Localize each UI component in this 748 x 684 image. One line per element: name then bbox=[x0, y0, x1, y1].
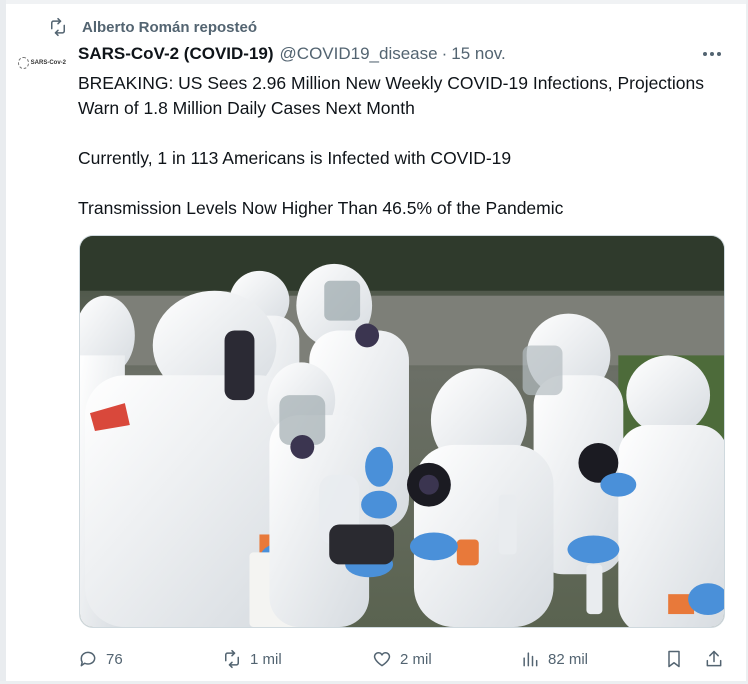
avatar-label: SARS-Cov-2 bbox=[30, 60, 66, 66]
tweet-actions: 76 1 mil 2 mil 82 mil bbox=[78, 645, 728, 673]
tweet-paragraph: Transmission Levels Now Higher Than 46.5… bbox=[78, 198, 564, 218]
reply-icon bbox=[80, 651, 96, 667]
window-left-edge bbox=[0, 0, 6, 684]
heart-icon bbox=[373, 651, 391, 667]
hazmat-workers-photo bbox=[80, 236, 724, 627]
repost-label[interactable]: Alberto Román reposteó bbox=[82, 19, 257, 36]
repost-button[interactable]: 1 mil bbox=[222, 645, 282, 673]
repost-icon bbox=[51, 17, 65, 37]
tweet-photo[interactable] bbox=[79, 235, 725, 628]
views-button[interactable]: 82 mil bbox=[520, 645, 588, 673]
share-button[interactable] bbox=[704, 645, 724, 673]
share-icon bbox=[706, 650, 722, 667]
window-top-edge bbox=[0, 0, 748, 4]
like-button[interactable]: 2 mil bbox=[372, 645, 432, 673]
more-dots-icon bbox=[703, 52, 721, 56]
tweet-header: SARS-CoV-2 (COVID-19) @COVID19_disease ·… bbox=[78, 42, 506, 66]
bookmark-icon bbox=[668, 650, 680, 668]
bookmark-button[interactable] bbox=[664, 645, 684, 673]
repost-icon bbox=[225, 649, 239, 669]
virus-logo-icon bbox=[18, 57, 29, 69]
reply-button[interactable]: 76 bbox=[78, 645, 123, 673]
tweet-paragraph: BREAKING: US Sees 2.96 Million New Weekl… bbox=[78, 73, 705, 118]
tweet-paragraph: Currently, 1 in 113 Americans is Infecte… bbox=[78, 148, 512, 168]
views-chart-icon bbox=[523, 652, 538, 667]
separator-dot: · bbox=[441, 44, 448, 63]
repost-count: 1 mil bbox=[250, 650, 282, 668]
author-name[interactable]: SARS-CoV-2 (COVID-19) bbox=[78, 44, 274, 64]
views-count: 82 mil bbox=[548, 650, 589, 668]
like-count: 2 mil bbox=[400, 650, 432, 668]
repost-context[interactable]: Alberto Román reposteó bbox=[48, 16, 257, 38]
tweet-text: BREAKING: US Sees 2.96 Million New Weekl… bbox=[78, 71, 734, 221]
post-date[interactable]: 15 nov. bbox=[451, 44, 506, 64]
reply-count: 76 bbox=[106, 650, 123, 668]
avatar[interactable]: SARS-Cov-2 bbox=[18, 48, 66, 78]
more-options-button[interactable] bbox=[700, 44, 724, 64]
author-handle[interactable]: @COVID19_disease bbox=[280, 44, 438, 64]
